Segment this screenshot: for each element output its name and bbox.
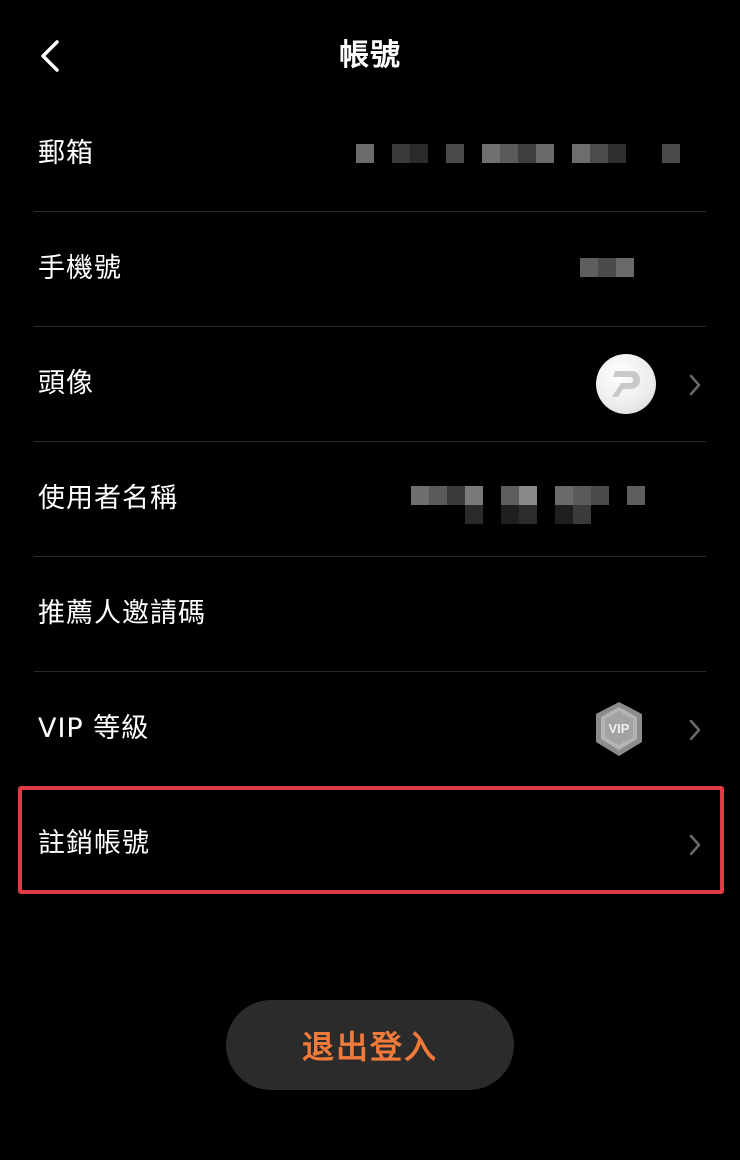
avatar-logo-icon	[612, 371, 640, 397]
phone-label: 手機號	[38, 253, 122, 284]
username-value-redacted	[411, 486, 645, 524]
chevron-right-icon	[689, 374, 701, 396]
email-row[interactable]: 郵箱	[34, 97, 706, 212]
phone-row[interactable]: 手機號	[34, 212, 706, 327]
cancel-account-label: 註銷帳號	[38, 828, 150, 859]
vip-badge-icon: VIP	[596, 702, 642, 756]
chevron-right-icon	[689, 834, 701, 856]
username-row[interactable]: 使用者名稱	[34, 442, 706, 557]
page-title: 帳號	[339, 38, 401, 73]
cancel-account-row[interactable]: 註銷帳號	[34, 787, 706, 901]
vip-level-row[interactable]: VIP 等級 VIP	[34, 672, 706, 787]
email-label: 郵箱	[38, 138, 94, 169]
phone-value-redacted	[580, 258, 634, 277]
email-value-redacted	[356, 144, 680, 163]
top-bar: 帳號	[0, 0, 740, 112]
referral-code-row[interactable]: 推薦人邀請碼	[34, 557, 706, 672]
avatar[interactable]	[596, 354, 656, 414]
avatar-label: 頭像	[38, 368, 94, 399]
avatar-row[interactable]: 頭像	[34, 327, 706, 442]
logout-button[interactable]: 退出登入	[226, 1000, 514, 1090]
username-label: 使用者名稱	[38, 483, 178, 514]
vip-level-label: VIP 等級	[38, 713, 150, 744]
account-settings-list: 郵箱 手機號 頭像 使用者名稱 推薦人邀請碼 VIP 等級 VIP 註銷帳號	[34, 97, 706, 901]
svg-text:VIP: VIP	[609, 721, 630, 736]
chevron-right-icon	[689, 719, 701, 741]
referral-code-label: 推薦人邀請碼	[38, 598, 206, 629]
